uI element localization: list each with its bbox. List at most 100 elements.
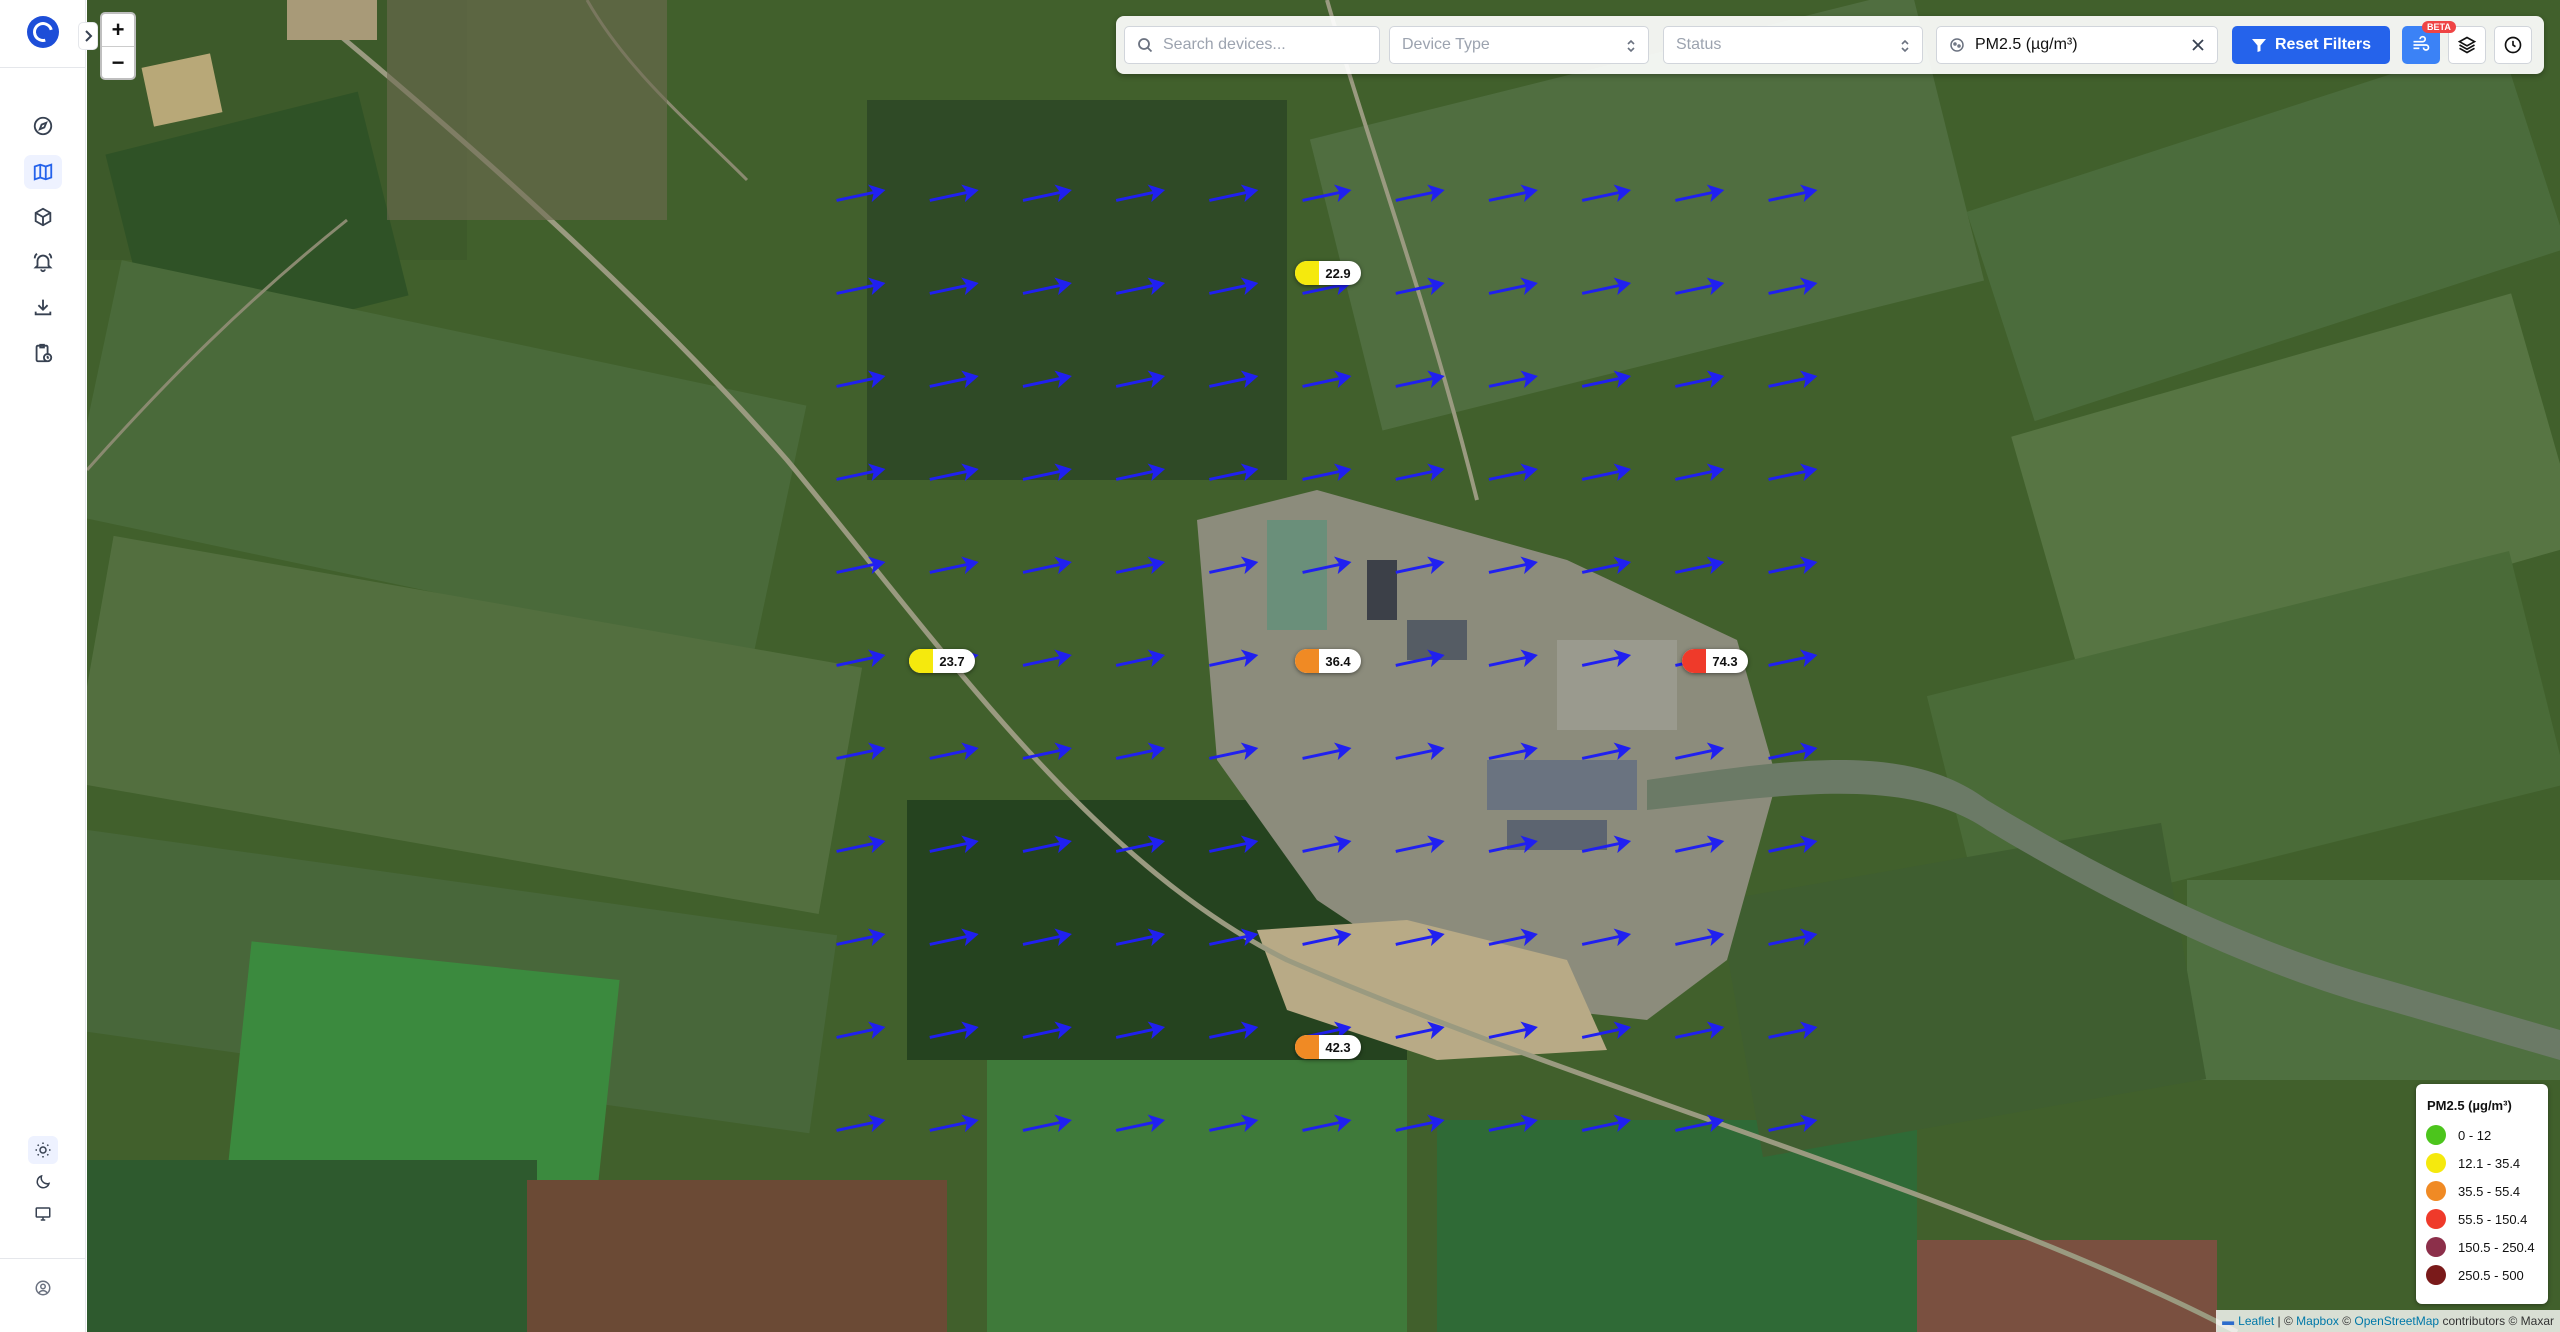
wind-arrow-icon xyxy=(1675,742,1725,761)
legend-swatch xyxy=(2426,1181,2446,1201)
wind-arrow-icon xyxy=(1488,556,1538,575)
wind-arrow-icon xyxy=(836,835,886,854)
wind-arrow-icon xyxy=(1115,463,1166,482)
wind-arrow-icon xyxy=(1395,835,1445,854)
legend-swatch xyxy=(2426,1125,2446,1145)
clock-icon xyxy=(2504,36,2522,54)
legend-item: 150.5 - 250.4 xyxy=(2426,1237,2535,1257)
wind-arrow-icon xyxy=(929,1021,979,1040)
wind-arrow-icon xyxy=(1768,556,1818,575)
sidebar-collapse-button[interactable] xyxy=(78,22,98,50)
theme-system-button[interactable] xyxy=(28,1200,58,1228)
wind-arrow-icon xyxy=(1115,649,1166,668)
mapbox-link[interactable]: Mapbox xyxy=(2296,1314,2339,1328)
wind-arrow-icon xyxy=(1581,463,1632,482)
wind-arrow-icon xyxy=(1115,277,1166,296)
legend-label: 0 - 12 xyxy=(2458,1127,2492,1143)
user-circle-icon xyxy=(35,1280,51,1296)
sidebar-item-map[interactable] xyxy=(24,155,62,189)
sidebar-item-devices[interactable] xyxy=(24,200,62,234)
wind-arrow-icon xyxy=(1488,277,1538,296)
pollutant-filter[interactable]: PM2.5 (µg/m³) xyxy=(1936,26,2218,64)
attribution-sep: | © xyxy=(2274,1314,2297,1328)
wind-arrow-icon xyxy=(1395,556,1445,575)
wind-arrow-icon xyxy=(1768,370,1818,389)
zoom-out-button[interactable]: − xyxy=(102,47,134,79)
sidebar-item-dashboard[interactable] xyxy=(24,109,62,143)
wind-arrow-icon xyxy=(1395,928,1445,947)
wind-arrow-icon xyxy=(1302,928,1352,947)
wind-arrow-icon xyxy=(1488,835,1538,854)
time-history-button[interactable] xyxy=(2494,26,2532,64)
wind-arrow-icon xyxy=(1022,928,1072,947)
aqi-color-indicator xyxy=(1295,261,1319,285)
wind-arrow-icon xyxy=(1395,277,1445,296)
chevron-updown-icon xyxy=(1627,39,1635,53)
wind-arrow-icon xyxy=(1115,370,1166,389)
wind-arrow-icon xyxy=(1768,1021,1818,1040)
wind-arrow-icon xyxy=(1115,1021,1166,1040)
wind-arrow-icon xyxy=(1581,1021,1632,1040)
wind-arrow-icon xyxy=(1768,463,1818,482)
wind-arrow-icon xyxy=(836,556,886,575)
osm-link[interactable]: OpenStreetMap xyxy=(2354,1314,2439,1328)
wind-arrow-icon xyxy=(1209,649,1259,668)
device-type-select[interactable]: Device Type xyxy=(1389,26,1649,64)
download-icon xyxy=(34,299,52,316)
wind-arrow-icon xyxy=(1581,184,1632,203)
wind-arrow-icon xyxy=(929,928,979,947)
reset-filters-button[interactable]: Reset Filters xyxy=(2232,26,2390,64)
wind-arrow-icon xyxy=(1675,463,1725,482)
clear-icon[interactable] xyxy=(2189,36,2207,54)
wind-arrow-icon xyxy=(929,277,979,296)
user-profile-button[interactable] xyxy=(28,1274,58,1302)
wind-arrow-icon xyxy=(1209,277,1259,296)
sidebar-item-alerts[interactable] xyxy=(24,245,62,279)
status-placeholder: Status xyxy=(1676,36,1722,53)
wind-arrow-icon xyxy=(1302,835,1352,854)
zoom-in-button[interactable]: + xyxy=(102,14,134,47)
wind-arrow-icon xyxy=(1115,1114,1166,1133)
legend-label: 35.5 - 55.4 xyxy=(2458,1183,2521,1199)
sidebar-divider-bottom xyxy=(0,1258,86,1259)
reset-filters-label: Reset Filters xyxy=(2274,36,2372,53)
sensor-marker[interactable]: 36.4 xyxy=(1295,649,1361,673)
wind-arrow-icon xyxy=(1581,370,1632,389)
compass-icon xyxy=(33,116,53,136)
sensor-marker[interactable]: 42.3 xyxy=(1295,1035,1361,1059)
wind-arrow-icon xyxy=(1581,649,1632,668)
bell-icon xyxy=(33,252,53,273)
pollutant-filter-value: PM2.5 (µg/m³) xyxy=(1975,36,2078,53)
wind-arrow-icon xyxy=(1768,928,1818,947)
wind-arrow-icon xyxy=(1581,835,1632,854)
wind-arrow-icon xyxy=(1115,742,1166,761)
sidebar-item-reports[interactable] xyxy=(24,336,62,370)
wind-arrow-icon xyxy=(1209,1114,1259,1133)
sidebar-item-downloads[interactable] xyxy=(24,290,62,324)
layers-icon xyxy=(2457,36,2477,54)
wind-arrow-icon xyxy=(1395,184,1445,203)
leaflet-link[interactable]: Leaflet xyxy=(2238,1314,2274,1328)
wind-arrow-icon xyxy=(1675,277,1725,296)
app-logo[interactable] xyxy=(27,16,59,48)
wind-arrow-icon xyxy=(1395,463,1445,482)
leaflet-flag-icon: ▬ xyxy=(2222,1314,2235,1328)
wind-arrow-icon xyxy=(929,556,979,575)
legend-swatch xyxy=(2426,1265,2446,1285)
sensor-marker[interactable]: 22.9 xyxy=(1295,261,1361,285)
sensor-value: 42.3 xyxy=(1325,1039,1351,1055)
filter-icon xyxy=(2251,39,2266,52)
search-placeholder: Search devices... xyxy=(1163,36,1286,53)
wind-arrow-icon xyxy=(1022,277,1072,296)
wind-arrow-icon xyxy=(836,742,886,761)
sensor-marker[interactable]: 74.3 xyxy=(1682,649,1748,673)
wind-arrow-icon xyxy=(1675,184,1725,203)
sidebar-divider xyxy=(0,67,86,68)
moon-icon xyxy=(36,1174,51,1189)
status-select[interactable]: Status xyxy=(1663,26,1923,64)
sensor-marker[interactable]: 23.7 xyxy=(909,649,975,673)
theme-dark-button[interactable] xyxy=(28,1168,58,1196)
search-input[interactable]: Search devices... xyxy=(1124,26,1380,64)
wind-arrow-icon xyxy=(1115,928,1166,947)
theme-light-button[interactable] xyxy=(28,1136,58,1164)
